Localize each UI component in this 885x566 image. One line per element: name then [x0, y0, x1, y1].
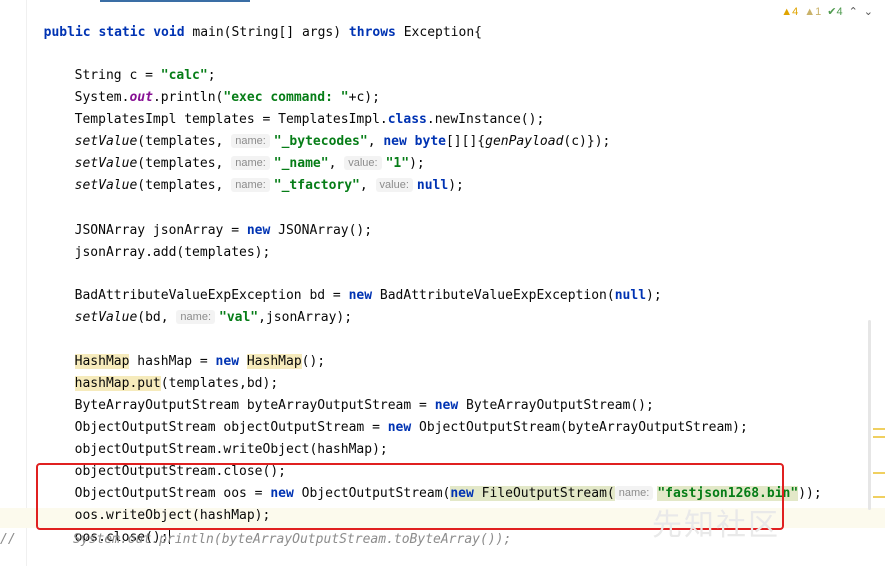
- code-line-3[interactable]: TemplatesImpl templates = TemplatesImpl.…: [59, 90, 545, 127]
- signature-name: main(String[] args): [184, 25, 349, 40]
- vertical-scrollbar[interactable]: [868, 320, 871, 510]
- code-line-16[interactable]: objectOutputStream.close();: [59, 442, 286, 479]
- param-hint-name: name:: [176, 310, 215, 324]
- code-line-2[interactable]: System.out.println("exec command: "+c);: [59, 68, 380, 105]
- code-line-15[interactable]: objectOutputStream.writeObject(hashMap);: [59, 420, 388, 457]
- chevron-up-icon[interactable]: ⌃: [849, 5, 858, 18]
- code-line-10[interactable]: setValue(bd, name: "val",jsonArray);: [59, 288, 352, 325]
- code-line-7[interactable]: JSONArray jsonArray = new JSONArray();: [59, 201, 372, 238]
- weak-warning-icon[interactable]: ▲1: [804, 6, 821, 18]
- commented-code[interactable]: System.out.println(byteArrayOutputStream…: [73, 531, 511, 549]
- chevron-down-icon[interactable]: ⌄: [864, 5, 873, 18]
- comment-slashes: //: [0, 532, 16, 547]
- scroll-marker[interactable]: [873, 436, 885, 438]
- signature-throws: throws: [348, 25, 396, 40]
- code-line-13[interactable]: ByteArrayOutputStream byteArrayOutputStr…: [59, 376, 654, 413]
- inspection-widget[interactable]: ▲4 ▲1 ✔4 ⌃ ⌄: [781, 5, 873, 19]
- scroll-marker[interactable]: [873, 472, 885, 474]
- method-signature[interactable]: public static void main(String[] args) t…: [28, 3, 482, 40]
- code-line-6[interactable]: setValue(templates, name: "_tfactory", va…: [59, 156, 464, 193]
- code-line-5[interactable]: setValue(templates, name: "_name", value:…: [59, 134, 425, 171]
- code-line-11[interactable]: HashMap hashMap = new HashMap();: [59, 332, 325, 369]
- code-line-8[interactable]: jsonArray.add(templates);: [59, 223, 271, 260]
- warning-icon[interactable]: ▲4: [781, 6, 798, 18]
- gutter-divider: [26, 0, 27, 566]
- param-hint-value: value:: [375, 178, 413, 192]
- code-line-4[interactable]: setValue(templates, name: "_bytecodes", n…: [59, 112, 610, 149]
- code-line-12[interactable]: hashMap.put(templates,bd);: [59, 354, 278, 391]
- signature-keywords: public static void: [43, 25, 185, 40]
- scroll-marker[interactable]: [873, 496, 885, 498]
- code-line-9[interactable]: BadAttributeValueExpException bd = new B…: [59, 266, 662, 303]
- editor-gutter[interactable]: [0, 0, 26, 566]
- typo-check-icon[interactable]: ✔4: [827, 5, 842, 18]
- code-line-14[interactable]: ObjectOutputStream objectOutputStream = …: [59, 398, 748, 435]
- signature-rest: Exception{: [395, 25, 482, 40]
- scroll-marker[interactable]: [873, 428, 885, 430]
- watermark: 先知社区: [652, 508, 780, 543]
- code-line-1[interactable]: String c = "calc";: [59, 46, 216, 83]
- tab-accent-bar: [100, 0, 250, 2]
- param-hint-name: name:: [231, 178, 270, 192]
